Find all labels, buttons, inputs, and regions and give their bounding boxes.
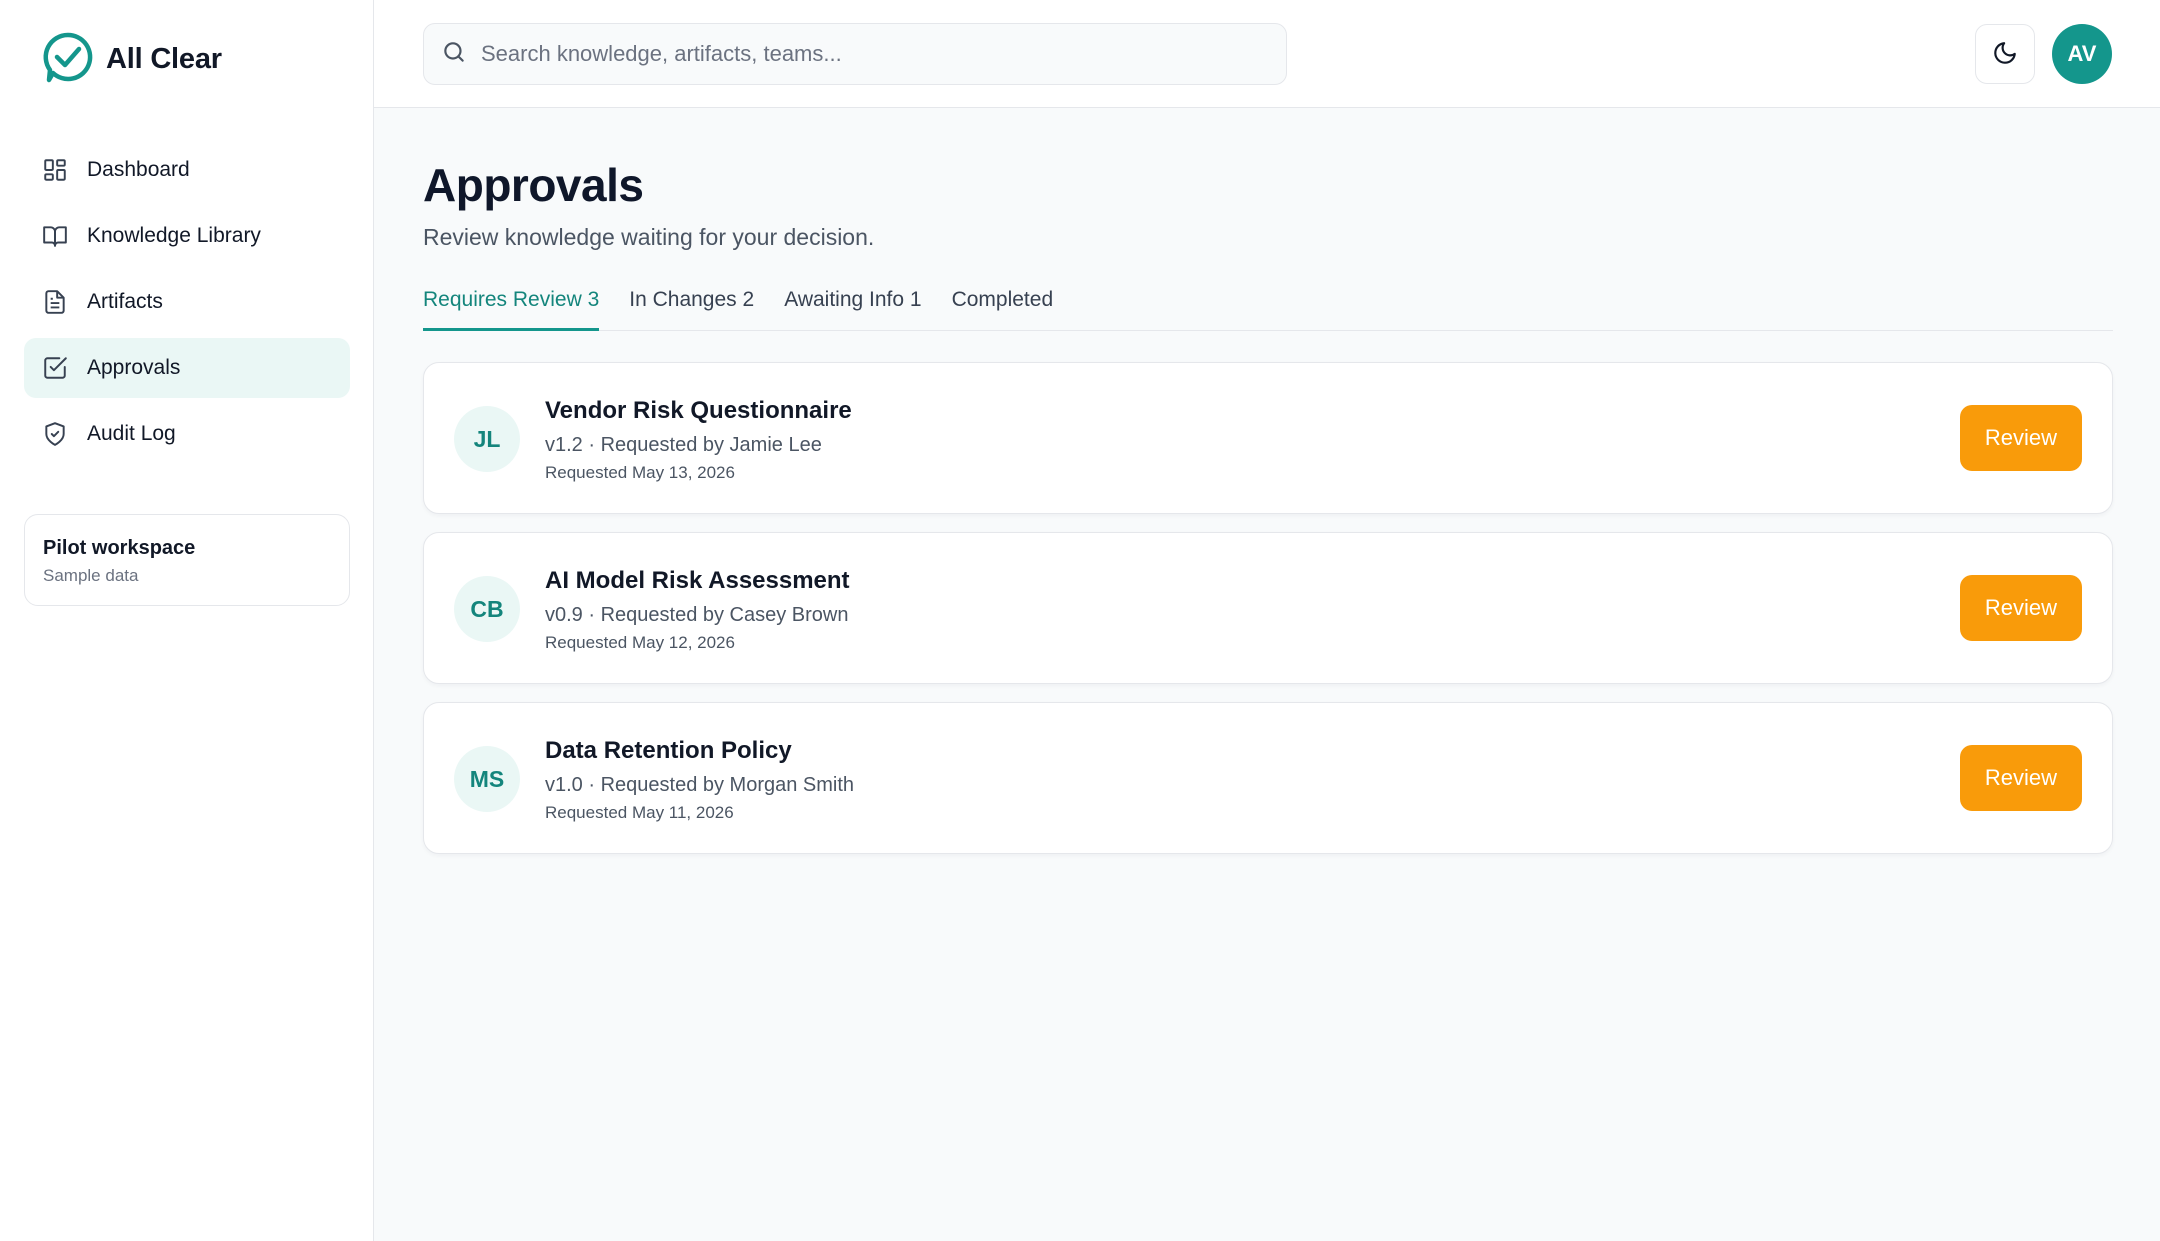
sidebar-item-dashboard[interactable]: Dashboard (24, 140, 350, 200)
shield-icon (42, 421, 68, 447)
logo-icon (41, 30, 95, 89)
approval-meta: v1.0 · Requested by Morgan Smith (545, 774, 855, 796)
review-button[interactable]: Review (1960, 745, 2082, 811)
tab-requires-review[interactable]: Requires Review 3 (423, 277, 600, 331)
book-icon (42, 223, 68, 249)
tab-awaiting-info[interactable]: Awaiting Info 1 (784, 277, 921, 331)
tab-in-changes[interactable]: In Changes 2 (629, 277, 754, 331)
requester-avatar: JL (454, 406, 520, 472)
requester-avatar: CB (454, 576, 520, 642)
approval-list: JL Vendor Risk Questionnaire v1.2 · Requ… (423, 362, 2113, 854)
sidebar-nav: Dashboard Knowledge Library Artifacts Ap… (24, 140, 350, 470)
approval-date: Requested May 11, 2026 (545, 803, 734, 822)
review-button[interactable]: Review (1960, 575, 2082, 641)
sidebar-item-label: Artifacts (87, 290, 163, 313)
workspace-title: Pilot workspace (43, 537, 196, 559)
approval-card[interactable]: MS Data Retention Policy v1.0 · Requeste… (423, 702, 2113, 854)
approval-card[interactable]: CB AI Model Risk Assessment v0.9 · Reque… (423, 532, 2113, 684)
search-icon (441, 39, 467, 70)
workspace-subtitle: Sample data (43, 566, 139, 585)
sidebar-item-artifacts[interactable]: Artifacts (24, 272, 350, 332)
content: Approvals Review knowledge waiting for y… (423, 108, 2113, 872)
sidebar-item-label: Audit Log (87, 422, 176, 445)
approval-title: Data Retention Policy (545, 737, 792, 764)
page-title: Approvals (423, 159, 644, 211)
approval-card[interactable]: JL Vendor Risk Questionnaire v1.2 · Requ… (423, 362, 2113, 514)
sidebar-item-label: Knowledge Library (87, 224, 261, 247)
theme-toggle-button[interactable] (1975, 24, 2035, 84)
search-box[interactable] (423, 23, 1287, 85)
dashboard-icon (42, 157, 68, 183)
sidebar: All Clear Dashboard Knowledge Library Ar… (0, 0, 374, 1241)
tab-completed[interactable]: Completed (952, 277, 1054, 331)
sidebar-item-label: Approvals (87, 356, 181, 379)
check-square-icon (42, 355, 68, 381)
sidebar-item-label: Dashboard (87, 158, 190, 181)
main-area: AV Approvals Review knowledge waiting fo… (374, 0, 2160, 1241)
page-subtitle: Review knowledge waiting for your decisi… (423, 224, 875, 250)
approval-meta: v1.2 · Requested by Jamie Lee (545, 434, 822, 456)
document-icon (42, 289, 68, 315)
moon-icon (1992, 40, 2018, 69)
approval-meta: v0.9 · Requested by Casey Brown (545, 604, 849, 626)
requester-avatar: MS (454, 746, 520, 812)
sidebar-item-knowledge-library[interactable]: Knowledge Library (24, 206, 350, 266)
approval-title: AI Model Risk Assessment (545, 567, 850, 594)
user-avatar[interactable]: AV (2052, 24, 2112, 84)
sidebar-item-approvals[interactable]: Approvals (24, 338, 350, 398)
approval-date: Requested May 13, 2026 (545, 463, 735, 482)
sidebar-item-audit-log[interactable]: Audit Log (24, 404, 350, 464)
app-name: All Clear (106, 43, 222, 75)
top-bar: AV (374, 0, 2160, 108)
status-tabs: Requires Review 3 In Changes 2 Awaiting … (423, 277, 2113, 331)
approval-title: Vendor Risk Questionnaire (545, 397, 852, 424)
review-button[interactable]: Review (1960, 405, 2082, 471)
brand[interactable]: All Clear (41, 30, 222, 89)
approval-date: Requested May 12, 2026 (545, 633, 735, 652)
search-input[interactable] (481, 41, 1261, 67)
workspace-card[interactable]: Pilot workspace Sample data (24, 514, 350, 606)
